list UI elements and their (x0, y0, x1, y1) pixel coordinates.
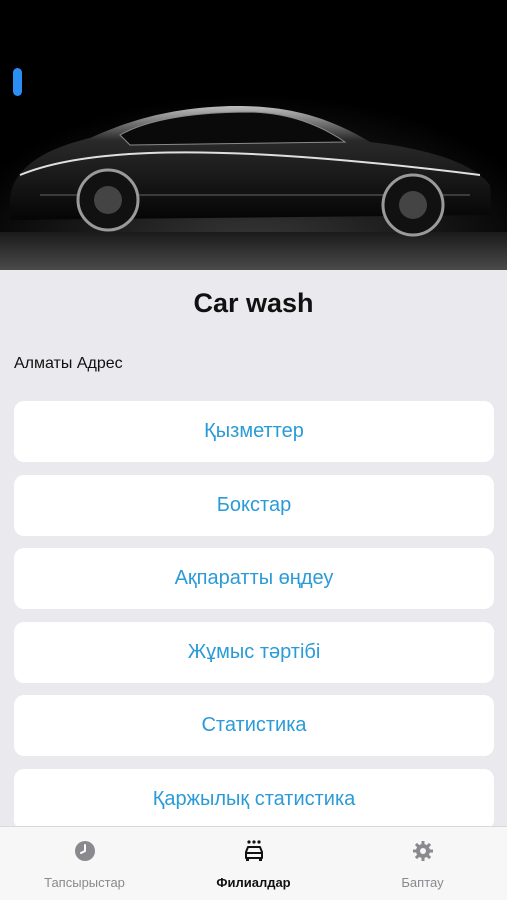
tab-settings[interactable]: Баптау (338, 827, 507, 900)
tab-orders-label: Тапсырыстар (44, 875, 125, 890)
menu-item-boxes[interactable]: Бокстар (14, 474, 494, 536)
tab-branches-label: Филиалдар (216, 875, 291, 890)
tab-bar: Тапсырыстар Филиалдар Баптау (0, 826, 507, 900)
tab-settings-label: Баптау (401, 875, 444, 890)
menu-item-work-schedule[interactable]: Жұмыс тәртібі (14, 621, 494, 683)
menu-list: Қызметтер Бокстар Ақпаратты өңдеу Жұмыс … (14, 401, 494, 842)
page-title: Car wash (193, 288, 314, 318)
menu-item-statistics[interactable]: Статистика (14, 695, 494, 756)
tab-branches[interactable]: Филиалдар (169, 827, 338, 900)
tab-orders[interactable]: Тапсырыстар (0, 827, 169, 900)
gear-icon (411, 839, 435, 863)
car-illustration (0, 0, 507, 270)
clock-icon (73, 839, 97, 863)
menu-item-services[interactable]: Қызметтер (14, 401, 494, 462)
branch-address: Алматы Адрес (14, 355, 123, 372)
menu-item-financial-statistics[interactable]: Қаржылық статистика (14, 768, 494, 830)
scroll-indicator[interactable] (13, 68, 22, 96)
menu-item-edit-info[interactable]: Ақпаратты өңдеу (14, 548, 494, 609)
hero-car-image (0, 0, 507, 270)
car-wash-icon (242, 839, 266, 863)
